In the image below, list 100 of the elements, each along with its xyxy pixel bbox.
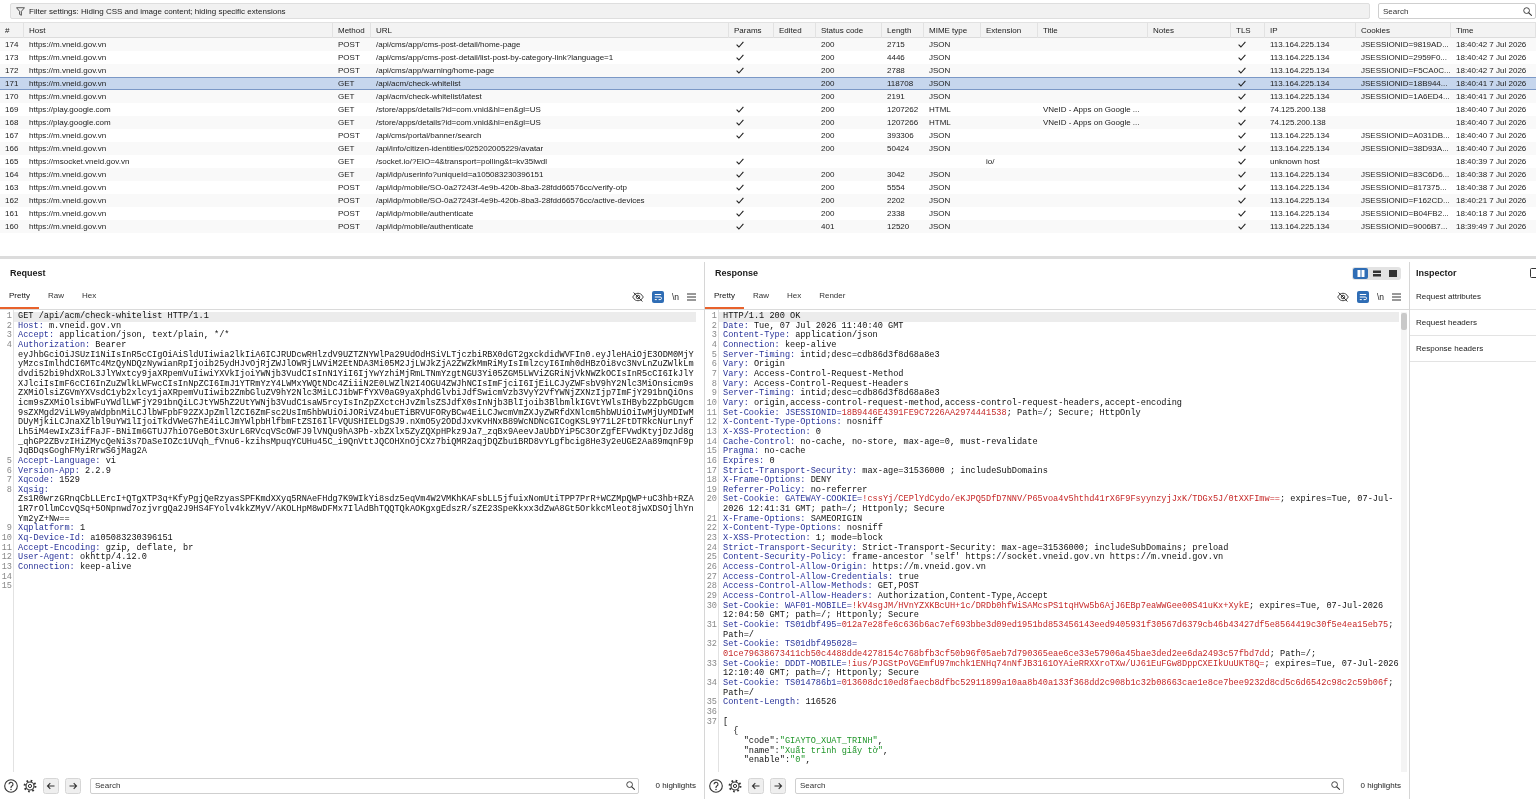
line-number: 36 [705, 707, 717, 718]
table-row[interactable]: 161 https://m.vneid.gov.vn POST /api/idp/mobile/authenticate 200 2338 JSON 113.164.225.134 JSESSIONID=B04FB2... 18:40:18 7 Jul 2026 [0, 207, 1536, 220]
table-cell-text: https://m.vneid.gov.vn [29, 195, 107, 207]
table-cell-text: POST [338, 65, 360, 77]
code-line: { [733, 727, 739, 737]
code-line: Access-Control-Allow-Credentials: true [723, 572, 919, 582]
tab[interactable]: Render [810, 284, 855, 309]
table-row[interactable]: 165 https://msocket.vneid.gov.vn GET /socket.io/?EIO=4&transport=polling&t=kv35lwdl io/ unknown host 18:40:39 7 Jul 2026 [0, 155, 1536, 168]
tab[interactable]: Raw [38, 284, 73, 309]
inspector-section[interactable]: Request attributes [1410, 284, 1536, 310]
help-icon[interactable] [4, 778, 18, 793]
table-cell-text: 169 [5, 104, 19, 116]
code-line: Connection: keep-alive [723, 340, 837, 350]
table-cell-text: 18:40:18 7 Jul 2026 [1456, 208, 1527, 220]
layout-button[interactable] [1353, 267, 1368, 279]
code-line: Content-Security-Policy: frame-ancestor 'self' https://socket.vneid.gov.vn https://m.vneid.gov.vn [723, 553, 1224, 563]
table-cell-text: JSESSIONID=38D93A... [1361, 143, 1449, 155]
code-line: Server-Timing: intid;desc=cdb86d3f8d68a8e3 [723, 389, 940, 399]
line-number: 15 [705, 447, 717, 457]
table-row[interactable]: 173 https://m.vneid.gov.vn POST /api/cms/app/cms-post-detail/list-post-by-category-link?language=1 200 4446 JSON 113.164.225.134 JSESSIONID=2959F0... 18:40:42 7 Jul 2026 [0, 51, 1536, 64]
table-cell-text: JSESSIONID=1A6ED4... [1361, 91, 1450, 103]
table-row[interactable]: 166 https://m.vneid.gov.vn GET /api/info/citizen-identities/025202005229/avatar 200 50424 JSON 113.164.225.134 JSESSIONID=38D93A... 18:40:40 7 Jul 2026 [0, 142, 1536, 155]
table-cell-text: JSON [929, 221, 951, 233]
arrow-right-icon[interactable] [770, 777, 786, 794]
pane-title: Inspector [1416, 268, 1457, 278]
menu-icon[interactable] [1392, 292, 1401, 301]
line-number: 34 [705, 678, 717, 689]
scrollbar[interactable] [1401, 312, 1407, 772]
table-cell-text: JSESSIONID=18B944... [1361, 78, 1448, 90]
table-cell-text: JSESSIONID=A031DB... [1361, 130, 1450, 142]
table-cell-text: 200 [821, 208, 835, 220]
search-field[interactable]: Search [1378, 3, 1536, 19]
tab[interactable]: Pretty [0, 284, 39, 309]
settings-icon[interactable] [23, 778, 37, 793]
arrow-left-icon[interactable] [43, 777, 59, 794]
code-line: Vary: origin,access-control-request-method,access-control-request-headers,accept-encoding [723, 398, 1182, 408]
code-line: Accept-Encoding: gzip, deflate, br [18, 543, 194, 553]
inspector-section[interactable]: Response headers [1410, 336, 1536, 362]
table-cell-text: 200 [821, 91, 835, 103]
tab[interactable]: Raw [743, 284, 778, 309]
line-number: 17 [705, 466, 717, 476]
eye-slash-icon[interactable] [1336, 291, 1349, 302]
menu-icon[interactable] [687, 292, 696, 301]
line-number: 20 [705, 495, 717, 506]
eye-slash-icon[interactable] [631, 291, 644, 302]
line-number: 21 [705, 514, 717, 524]
table-cell-text: 1207266 [887, 117, 919, 129]
code-line: Set-Cookie: WAF01-MOBILE=!kV4sgJM/HVnYZXKBcUH+1c/DRDb0hfWiSAMcsPS1tqHVw5b6AjJ6EBp7eaWWGee00S41uKx+XykE; expires=Tue, 07-Jul-2026 12:04:50 GMT; path=/; Httponly; Secure [723, 601, 1384, 621]
table-row[interactable]: 169 https://play.google.com GET /store/apps/details?id=com.vnid&hl=en&gl=US 200 1207262 HTML VNeID - Apps on Google ... 74.125.200.138 18:40:40 7 Jul 2026 [0, 103, 1536, 116]
tab[interactable]: Hex [72, 284, 106, 309]
arrow-left-icon[interactable] [748, 777, 764, 794]
line-number: 9 [5, 524, 12, 534]
code-line: X-XSS-Protection: 0 [723, 427, 821, 437]
table-cell-text: 160 [5, 221, 19, 233]
search-field[interactable]: Search [795, 777, 1344, 794]
table-cell-text: POST [338, 39, 360, 51]
line-number: 13 [0, 563, 12, 573]
table-row[interactable]: 171 https://m.vneid.gov.vn GET /api/acm/check-whitelist 200 118708 JSON 113.164.225.134 JSESSIONID=18B944... 18:40:41 7 Jul 2026 [0, 77, 1536, 90]
table-row[interactable]: 170 https://m.vneid.gov.vn GET /api/acm/check-whitelist/latest 200 2191 JSON 113.164.225.134 JSESSIONID=1A6ED4... 18:40:41 7 Jul 2026 [0, 90, 1536, 103]
table-row[interactable]: 162 https://m.vneid.gov.vn POST /api/idp/mobile/SO-0a27243f-4e9b-420b-8ba3-28fdd66576cc/active-devices 200 2202 JSON 113.164.225.134 JSESSIONID=F162CD... 18:40:21 7 Jul 2026 [0, 194, 1536, 207]
table-cell-text: 164 [5, 169, 19, 181]
table-row[interactable]: 174 https://m.vneid.gov.vn POST /api/cms/app/cms-post-detail/home-page 200 2715 JSON 113.164.225.134 JSESSIONID=9819AD... 18:40:42 7 Jul 2026 [0, 38, 1536, 51]
search-field[interactable]: Search [90, 777, 639, 794]
text-wrap-icon[interactable] [1356, 290, 1369, 303]
table-cell-text: 173 [5, 52, 19, 64]
line-number: 2 [710, 321, 717, 331]
table-row[interactable]: 164 https://m.vneid.gov.vn GET /api/idp/userinfo?uniqueId=a105083230396151 200 3042 JSON 113.164.225.134 JSESSIONID=83C6D6... 18:40:38 7 Jul 2026 [0, 168, 1536, 181]
line-number: 5 [5, 456, 12, 467]
line-number: 27 [705, 572, 717, 582]
help-icon[interactable] [709, 778, 723, 793]
table-cell-text: VNeID - Apps on Google ... [1043, 117, 1140, 129]
line-number: 14 [705, 437, 717, 447]
line-number: 23 [705, 534, 717, 544]
table-row[interactable]: 163 https://m.vneid.gov.vn POST /api/idp/mobile/SO-0a27243f-4e9b-420b-8ba3-28fdd66576cc/verify-otp 200 5554 JSON 113.164.225.134 JSESSIONID=817375... 18:40:38 7 Jul 2026 [0, 181, 1536, 194]
code-line: Strict-Transport-Security: max-age=31536000 ; includeSubDomains [723, 466, 1048, 476]
table-row[interactable]: 167 https://m.vneid.gov.vn POST /api/cms/portal/banner/search 200 393306 JSON 113.164.225.134 JSESSIONID=A031DB... 18:40:40 7 Jul 2026 [0, 129, 1536, 142]
line-number: 29 [705, 592, 717, 602]
tab[interactable]: Pretty [705, 284, 744, 309]
text-wrap-icon[interactable] [651, 290, 664, 303]
code-line: X-Frame-Options: SAMEORIGIN [723, 514, 863, 524]
newline-button[interactable]: \n [671, 291, 679, 302]
table-row[interactable]: 168 https://play.google.com GET /store/apps/details?id=com.vnid&hl=en&gl=US 200 1207266 HTML VNeID - Apps on Google ... 74.125.200.138 18:40:40 7 Jul 2026 [0, 116, 1536, 129]
line-number: 26 [705, 563, 717, 573]
arrow-right-icon[interactable] [65, 777, 81, 794]
table-cell-text: 200 [821, 104, 835, 116]
table-cell-text: 200 [821, 130, 835, 142]
panel-icon[interactable] [1530, 268, 1536, 278]
code-line: Pragma: no-cache [723, 447, 806, 457]
table-cell-text: 113.164.225.134 [1270, 78, 1330, 90]
highlights-count: 0 highlights [1360, 781, 1401, 790]
code-line: Vary: Origin [723, 360, 785, 370]
line-number: 25 [705, 553, 717, 563]
settings-icon[interactable] [728, 778, 742, 793]
tab[interactable]: Hex [777, 284, 811, 309]
newline-button[interactable]: \n [1376, 291, 1384, 302]
inspector-section[interactable]: Request headers [1410, 310, 1536, 336]
filter-bar[interactable]: Filter settings: Hiding CSS and image content; hiding specific extensions [10, 3, 1370, 19]
table-row[interactable]: 172 https://m.vneid.gov.vn POST /api/cms/app/warning/home-page 200 2788 JSON 113.164.225.134 JSESSIONID=F5CA0C... 18:40:42 7 Jul 2026 [0, 64, 1536, 77]
table-row[interactable]: 160 https://m.vneid.gov.vn POST /api/idp/mobile/authenticate 401 12520 JSON 113.164.225.134 JSESSIONID=9006B7... 18:39:49 7 Jul 2026 [0, 220, 1536, 233]
line-number: 22 [705, 524, 717, 534]
